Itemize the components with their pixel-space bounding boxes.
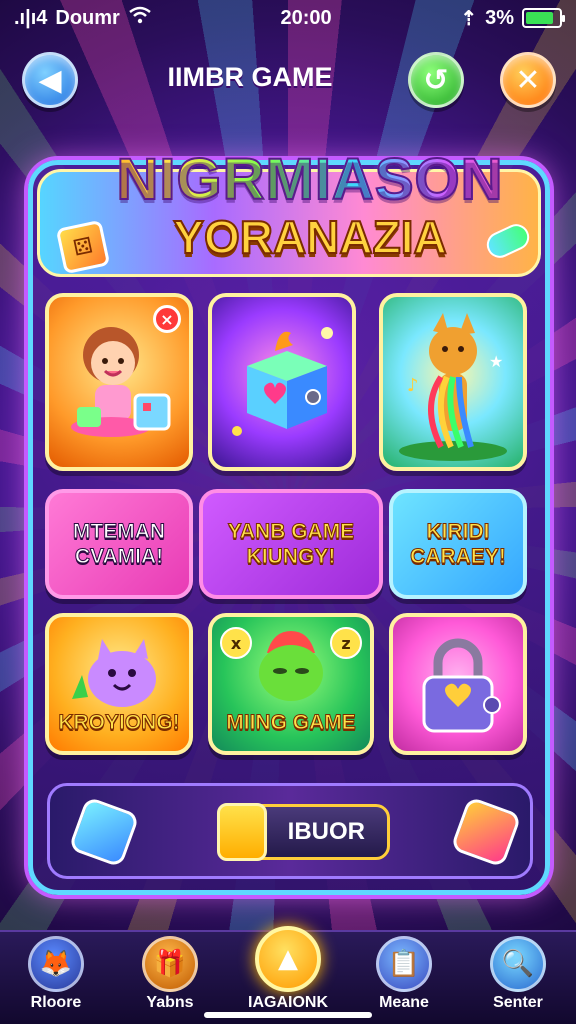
pink-gem-icon [450, 796, 522, 868]
svg-text:♪: ♪ [407, 375, 419, 396]
card-label: MTEMAN CVAMIA! [72, 519, 166, 568]
search-icon: 🔍 [490, 936, 546, 992]
signal-indicator: .ı|ı4 [14, 6, 48, 29]
banner-title: NIGRMIASON [80, 146, 540, 213]
location-arrow-icon: ⇡ [460, 7, 478, 30]
card-label: MIING GAME [226, 710, 357, 734]
blue-gem-icon [68, 796, 140, 868]
title-banner: NIGRMIASON YORANAZIA ⚄ [37, 146, 541, 277]
magic-cube-icon [232, 327, 333, 436]
battery-percent: 3% [485, 6, 514, 29]
girl-character-icon [71, 327, 171, 437]
back-arrow-icon: ◀ [38, 62, 62, 98]
purple-creature-icon [72, 639, 156, 707]
nav-item-senter[interactable]: 🔍 Senter [468, 936, 568, 1012]
notebook-icon: 📋 [376, 936, 432, 992]
back-button[interactable]: ◀ [22, 52, 78, 108]
gold-lock-icon [217, 803, 267, 861]
card-kiridi[interactable]: KIRIDI CARAEY! [389, 489, 527, 599]
status-time: 20:00 [280, 6, 332, 29]
page-title: IIMBR GAME [167, 62, 333, 92]
carrier-name: Doumr [55, 6, 120, 29]
nav-item-rloore[interactable]: 🦊 Rloore [6, 936, 106, 1012]
ibuor-button[interactable]: IBUOR [217, 803, 390, 861]
card-mteman[interactable]: MTEMAN CVAMIA! [45, 489, 193, 599]
banner-subtitle: YORANAZIA [172, 210, 447, 264]
card-label: KIRIDI CARAEY! [410, 519, 507, 568]
home-arrow-icon: ▲ [255, 926, 321, 992]
padlock-icon [422, 638, 501, 733]
refresh-icon: ↺ [423, 62, 449, 98]
card-rainbow-fox[interactable]: ♪ ★ [379, 293, 527, 471]
refresh-button[interactable]: ↺ [408, 52, 464, 108]
card-yanb-game[interactable]: YANB GAME KIUNGY! [199, 489, 383, 599]
battery-icon [521, 8, 565, 28]
nav-item-yabns[interactable]: 🎁 Yabns [120, 936, 220, 1012]
card-girl-with-gift[interactable]: × [45, 293, 193, 471]
battery-fill [525, 12, 554, 24]
nav-item-meane[interactable]: 📋 Meane [354, 936, 454, 1012]
card-magic-cube[interactable] [208, 293, 356, 471]
card-padlock[interactable] [389, 613, 527, 755]
jelly-blob-icon [259, 631, 323, 701]
gift-box-icon: 🎁 [142, 936, 198, 992]
status-bar: .ı|ı4 Doumr 20:00 ⇡ 3% [0, 0, 576, 36]
home-indicator[interactable] [204, 1012, 372, 1018]
close-button[interactable]: ✕ [500, 52, 556, 108]
bottom-navigation: 🦊 Rloore 🎁 Yabns ▲ IAGAIONK 📋 Meane 🔍 Se… [0, 926, 576, 1024]
wifi-icon [128, 6, 152, 30]
game-panel: NIGRMIASON YORANAZIA ⚄ × ♪ ★ MTEMAN CVAM… [28, 146, 550, 895]
rainbow-fox-icon: ♪ ★ [399, 313, 507, 461]
close-icon: ✕ [515, 62, 541, 98]
dice-icon: ⚄ [55, 219, 111, 275]
top-bar: ◀ IIMBR GAME ↺ ✕ [0, 48, 576, 116]
card-label: KROYIONG! [58, 710, 180, 734]
card-miing-game[interactable]: x z MIING GAME [208, 613, 374, 755]
nav-item-iagaionk[interactable]: ▲ IAGAIONK [238, 926, 338, 1012]
svg-text:★: ★ [489, 352, 503, 371]
card-label: YANB GAME KIUNGY! [227, 519, 355, 568]
card-kroyiong[interactable]: KROYIONG! [45, 613, 193, 755]
fox-icon: 🦊 [28, 936, 84, 992]
bottom-action-strip: IBUOR [47, 783, 533, 879]
